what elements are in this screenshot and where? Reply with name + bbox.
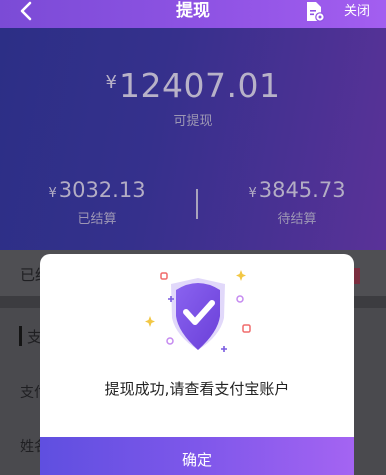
balance-panel: ¥12407.01 可提现 ¥3032.13 已结算 ¥3845.73 待结算 <box>0 28 386 250</box>
check-badge-icon <box>145 270 251 352</box>
page-title: 提现 <box>176 1 210 21</box>
settled-amount: 3032.13 <box>58 178 146 202</box>
confirm-button[interactable]: 确定 <box>40 437 354 475</box>
pending-stat: ¥3845.73 待结算 <box>222 178 372 227</box>
available-label: 可提现 <box>173 114 213 129</box>
section-accent-bar <box>19 326 22 346</box>
close-button[interactable]: 关闭 <box>344 2 370 22</box>
currency-symbol: ¥ <box>48 186 57 201</box>
stat-divider <box>196 189 198 219</box>
records-button[interactable] <box>305 1 325 23</box>
document-settings-icon <box>307 2 325 22</box>
currency-symbol: ¥ <box>105 72 117 93</box>
available-balance: ¥12407.01 <box>0 66 386 105</box>
pending-label: 待结算 <box>277 212 317 227</box>
back-button[interactable] <box>14 0 38 24</box>
chevron-left-icon <box>20 1 32 21</box>
settled-label: 已结算 <box>77 212 117 227</box>
success-illustration <box>138 266 258 366</box>
success-dialog: 提现成功,请查看支付宝账户 确定 <box>40 254 354 475</box>
app-bar: 提现 关闭 <box>0 0 386 28</box>
currency-symbol: ¥ <box>248 186 257 201</box>
settled-stat: ¥3032.13 已结算 <box>22 178 172 227</box>
pending-amount: 3845.73 <box>258 178 346 202</box>
available-amount: 12407.01 <box>118 66 281 105</box>
dialog-message: 提现成功,请查看支付宝账户 <box>104 380 290 398</box>
